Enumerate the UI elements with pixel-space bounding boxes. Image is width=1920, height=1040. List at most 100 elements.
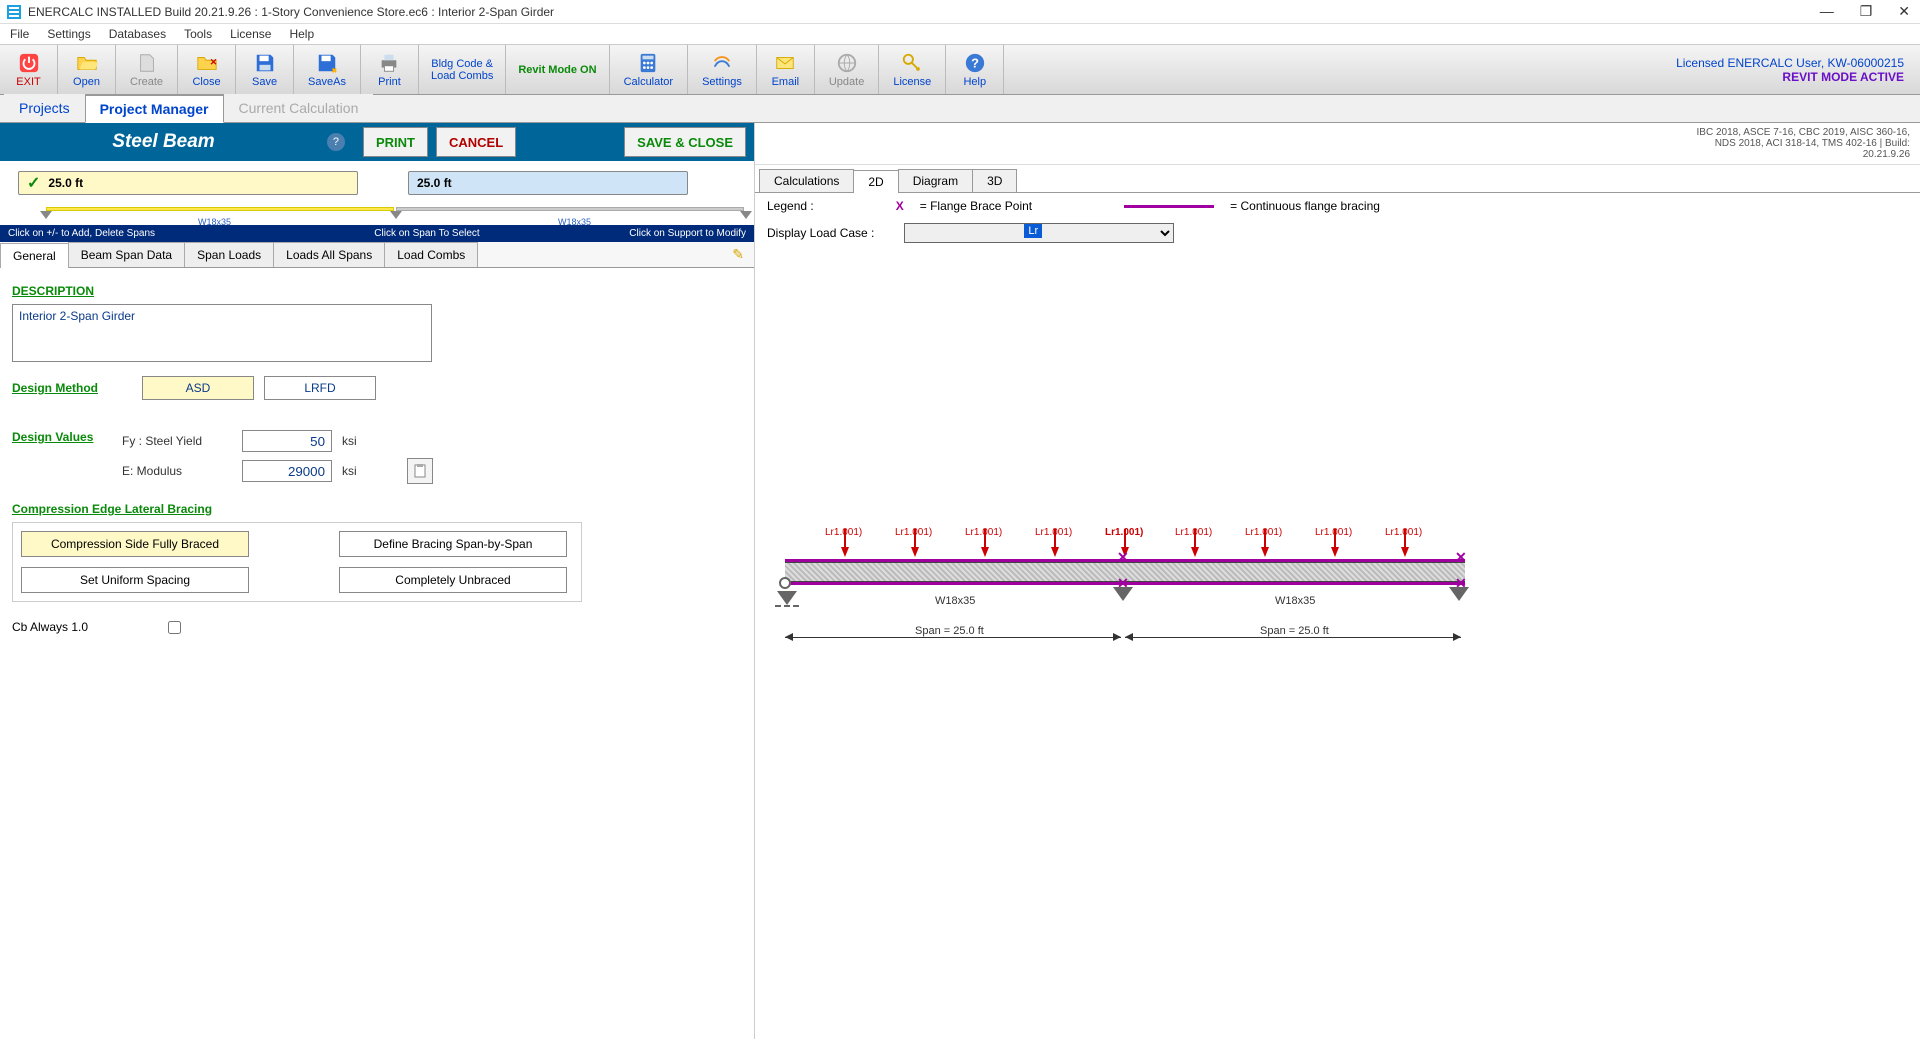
- fy-label: Fy : Steel Yield: [122, 434, 232, 448]
- asd-button[interactable]: ASD: [142, 376, 254, 400]
- email-button[interactable]: Email: [757, 45, 815, 94]
- folder-open-icon: [76, 52, 98, 74]
- update-button[interactable]: Update: [815, 45, 879, 94]
- brace-none-button[interactable]: Completely Unbraced: [339, 567, 567, 593]
- brace-x-top: ✕: [1117, 549, 1129, 566]
- calculator-button[interactable]: Calculator: [610, 45, 689, 94]
- maximize-button[interactable]: ❐: [1856, 3, 1877, 20]
- exit-button[interactable]: EXIT: [0, 45, 58, 94]
- tab-projects[interactable]: Projects: [4, 94, 85, 122]
- settings-label: Settings: [702, 76, 742, 88]
- svg-text:?: ?: [971, 55, 979, 70]
- header-print-button[interactable]: PRINT: [363, 127, 428, 157]
- page-title: Steel Beam: [0, 131, 327, 153]
- revit-mode-button[interactable]: Revit Mode ON: [506, 45, 609, 94]
- save-label: Save: [252, 76, 277, 88]
- cb-always-checkbox[interactable]: [168, 621, 181, 634]
- dim-label-2: Span = 25.0 ft: [1260, 625, 1329, 637]
- saveas-button[interactable]: SaveAs: [294, 45, 361, 94]
- dim-line-1: [785, 637, 1121, 638]
- menu-settings[interactable]: Settings: [47, 27, 90, 41]
- view-tab-calculations[interactable]: Calculations: [759, 169, 854, 192]
- saveas-label: SaveAs: [308, 76, 346, 88]
- menu-help[interactable]: Help: [289, 27, 314, 41]
- beam-1-label: W18x35: [198, 217, 231, 227]
- brace-uniform-button[interactable]: Set Uniform Spacing: [21, 567, 249, 593]
- menu-databases[interactable]: Databases: [109, 27, 166, 41]
- license-info: Licensed ENERCALC User, KW-06000215: [1676, 56, 1904, 70]
- clipboard-icon: [412, 463, 428, 479]
- view-tab-3d[interactable]: 3D: [972, 169, 1017, 192]
- app-icon: [6, 4, 22, 20]
- edit-icon[interactable]: ✎: [722, 242, 754, 267]
- load-arrow-7: [1261, 547, 1269, 557]
- load-arrow-9: [1401, 547, 1409, 557]
- bracing-label: Compression Edge Lateral Bracing: [12, 502, 742, 516]
- bldg-code-button[interactable]: Bldg Code & Load Combs: [419, 45, 506, 94]
- view-tab-2d[interactable]: 2D: [853, 170, 898, 193]
- save-button[interactable]: Save: [236, 45, 294, 94]
- span-2-box[interactable]: 25.0 ft: [408, 171, 688, 195]
- tab-current-calc[interactable]: Current Calculation: [224, 94, 374, 122]
- tab-general[interactable]: General: [0, 243, 69, 268]
- tab-load-combs[interactable]: Load Combs: [384, 242, 478, 267]
- support-left-pin: [779, 577, 791, 589]
- fy-unit: ksi: [342, 434, 357, 448]
- tab-beam-span-data[interactable]: Beam Span Data: [68, 242, 185, 267]
- load-arrow-2: [911, 547, 919, 557]
- menu-file[interactable]: File: [10, 27, 29, 41]
- license-button[interactable]: License: [879, 45, 946, 94]
- beam-right-label: W18x35: [1275, 595, 1315, 607]
- create-label: Create: [130, 76, 163, 88]
- dim-line-2: [1125, 637, 1461, 638]
- help-label: Help: [963, 76, 986, 88]
- minimize-button[interactable]: —: [1816, 3, 1838, 20]
- beam-span-1[interactable]: [46, 207, 394, 211]
- bldg-code-label: Bldg Code & Load Combs: [431, 58, 493, 82]
- e-input[interactable]: [242, 460, 332, 482]
- print-button[interactable]: Print: [361, 45, 419, 94]
- lrfd-button[interactable]: LRFD: [264, 376, 376, 400]
- load-case-value: Lr: [1024, 224, 1042, 238]
- save-close-button[interactable]: SAVE & CLOSE: [624, 127, 746, 157]
- material-lookup-button[interactable]: [407, 458, 433, 484]
- globe-icon: [836, 52, 858, 74]
- load-arrow-4: [1051, 547, 1059, 557]
- close-window-button[interactable]: ✕: [1894, 3, 1914, 20]
- header-cancel-button[interactable]: CANCEL: [436, 127, 516, 157]
- calculator-icon: [637, 52, 659, 74]
- span-1-box[interactable]: ✓ 25.0 ft: [18, 171, 358, 195]
- svg-text:✕: ✕: [209, 56, 217, 66]
- calculator-label: Calculator: [624, 76, 674, 88]
- menu-tools[interactable]: Tools: [184, 27, 212, 41]
- load-arrow-1: [841, 547, 849, 557]
- view-tab-diagram[interactable]: Diagram: [898, 169, 973, 192]
- support-3-icon[interactable]: [740, 211, 752, 219]
- help-button[interactable]: ? Help: [946, 45, 1004, 94]
- brace-span-button[interactable]: Define Bracing Span-by-Span: [339, 531, 567, 557]
- save-icon: [254, 52, 276, 74]
- menu-license[interactable]: License: [230, 27, 271, 41]
- header-help-icon[interactable]: ?: [327, 133, 345, 151]
- settings-button[interactable]: Settings: [688, 45, 757, 94]
- support-right-icon: [1449, 587, 1469, 601]
- support-2-icon[interactable]: [390, 211, 402, 219]
- open-button[interactable]: Open: [58, 45, 116, 94]
- email-icon: [774, 52, 796, 74]
- description-input[interactable]: Interior 2-Span Girder: [12, 304, 432, 362]
- gear-icon: [711, 52, 733, 74]
- close-file-button[interactable]: ✕ Close: [178, 45, 236, 94]
- beam-span-2[interactable]: [396, 207, 744, 211]
- create-button[interactable]: Create: [116, 45, 178, 94]
- revit-mode-label: Revit Mode ON: [518, 64, 596, 76]
- exit-label: EXIT: [16, 76, 40, 88]
- fy-input[interactable]: [242, 430, 332, 452]
- brace-full-button[interactable]: Compression Side Fully Braced: [21, 531, 249, 557]
- legend-cont-text: = Continuous flange bracing: [1230, 199, 1380, 213]
- support-1-icon[interactable]: [40, 211, 52, 219]
- load-arrow-6: [1191, 547, 1199, 557]
- support-left-icon: [777, 591, 797, 605]
- tab-project-manager[interactable]: Project Manager: [85, 95, 224, 123]
- tab-loads-all-spans[interactable]: Loads All Spans: [273, 242, 385, 267]
- tab-span-loads[interactable]: Span Loads: [184, 242, 274, 267]
